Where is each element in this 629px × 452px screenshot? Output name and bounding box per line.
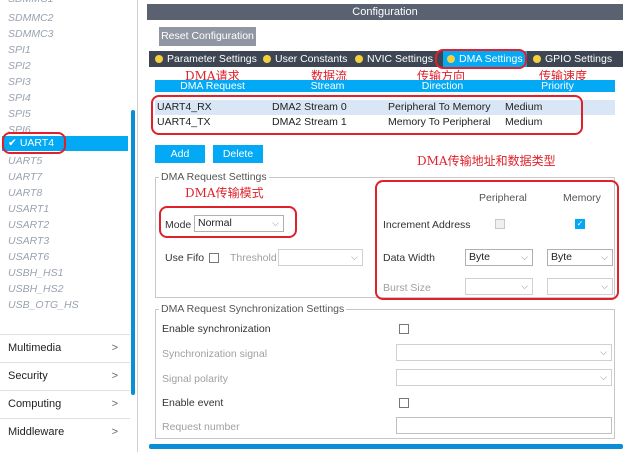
category-computing[interactable]: Computing > [0, 390, 130, 416]
request-number-input[interactable] [396, 417, 612, 434]
enable-sync-checkbox[interactable] [399, 324, 409, 334]
annotation-mode: DMA传输模式 [185, 186, 264, 200]
reset-configuration-button[interactable]: Reset Configuration [159, 27, 256, 46]
column-header: Direction [421, 80, 464, 92]
tab-gpio-settings[interactable]: GPIO Settings [533, 51, 612, 67]
column-header: Priority [541, 80, 574, 92]
column-header: DMA Request [180, 80, 245, 92]
sidebar-item[interactable]: USBH_HS2 [8, 282, 63, 297]
status-dot-icon [355, 55, 363, 63]
request-number-label: Request number [162, 421, 240, 433]
tab-label: GPIO Settings [545, 53, 613, 65]
status-dot-icon [533, 55, 541, 63]
sidebar-item[interactable]: USART6 [8, 250, 49, 265]
chevron-right-icon: > [111, 426, 118, 438]
add-button[interactable]: Add [155, 145, 205, 163]
category-multimedia[interactable]: Multimedia > [0, 334, 130, 360]
category-label: Security [8, 370, 48, 382]
use-fifo-checkbox[interactable] [209, 253, 219, 263]
sidebar-item[interactable]: USB_OTG_HS [8, 298, 79, 313]
category-security[interactable]: Security > [0, 362, 130, 388]
sidebar-item[interactable]: UART7 [8, 170, 42, 185]
tab-label: NVIC Settings [367, 53, 433, 65]
enable-sync-label: Enable synchronization [162, 323, 271, 335]
category-label: Middleware [8, 426, 65, 438]
tab-parameter-settings[interactable]: Parameter Settings [155, 51, 257, 67]
enable-event-checkbox[interactable] [399, 398, 409, 408]
annotation-box-mode [159, 206, 297, 238]
chevron-right-icon: > [111, 398, 118, 410]
configuration-panel: Configuration Reset Configuration Parame… [141, 0, 629, 452]
category-middleware[interactable]: Middleware > [0, 418, 130, 444]
column-header: Stream [310, 80, 345, 92]
sidebar-item[interactable]: USBH_HS1 [8, 266, 63, 281]
use-fifo-label: Use Fifo [165, 252, 205, 264]
sidebar-item[interactable]: SPI4 [8, 91, 31, 106]
threshold-select[interactable]: ⌵ [278, 249, 363, 266]
panel-title: Configuration [147, 4, 623, 20]
sidebar-item[interactable]: SDMMC3 [8, 27, 54, 42]
sidebar-item[interactable]: SDMMC2 [8, 11, 54, 26]
chevron-right-icon: > [111, 342, 118, 354]
tab-label: User Constants [275, 53, 348, 65]
category-label: Multimedia [8, 342, 62, 354]
category-label: Computing [8, 398, 62, 410]
sidebar-item[interactable]: SPI3 [8, 75, 31, 90]
horizontal-scrollbar[interactable] [149, 444, 623, 449]
chevron-down-icon: ⌵ [351, 252, 358, 262]
sidebar-item[interactable]: USART2 [8, 218, 49, 233]
status-dot-icon [263, 55, 271, 63]
sidebar-item[interactable]: SPI1 [8, 43, 31, 58]
enable-event-label: Enable event [162, 397, 224, 409]
sidebar-item[interactable]: UART5 [8, 154, 42, 169]
signal-polarity-label: Signal polarity [162, 373, 228, 385]
tab-label: Parameter Settings [167, 53, 257, 65]
annotation-box-table [151, 95, 583, 135]
sidebar: SDMMC1SDMMC2SDMMC3SPI1SPI2SPI3SPI4SPI5SP… [0, 0, 138, 452]
sidebar-item[interactable]: SPI5 [8, 107, 31, 122]
sidebar-item[interactable]: USART3 [8, 234, 49, 249]
chevron-down-icon: ⌵ [600, 347, 607, 357]
delete-button[interactable]: Delete [213, 145, 263, 163]
annotation-box-uart4 [2, 132, 66, 154]
tab-nvic-settings[interactable]: NVIC Settings [355, 51, 433, 67]
sidebar-item[interactable]: SPI2 [8, 59, 31, 74]
annotation-address-type: DMA传输地址和数据类型 [417, 154, 556, 168]
tab-user-constants[interactable]: User Constants [263, 51, 347, 67]
sidebar-item[interactable]: SDMMC1 [8, 0, 54, 7]
chevron-right-icon: > [111, 370, 118, 382]
annotation-box-dma-tab [435, 49, 527, 69]
sidebar-item[interactable]: USART1 [8, 202, 49, 217]
sidebar-scrollbar[interactable] [131, 110, 135, 395]
group-title: DMA Request Synchronization Settings [159, 303, 347, 315]
threshold-label: Threshold [230, 252, 277, 264]
tab-bar: Parameter Settings User Constants NVIC S… [149, 51, 623, 67]
sync-signal-label: Synchronization signal [162, 348, 268, 360]
chevron-down-icon: ⌵ [600, 372, 607, 382]
group-title: DMA Request Settings [159, 171, 269, 183]
status-dot-icon [155, 55, 163, 63]
dma-table-header: DMA Request Stream Direction Priority [155, 80, 615, 92]
sync-signal-select[interactable]: ⌵ [396, 344, 612, 361]
sidebar-item[interactable]: UART8 [8, 186, 42, 201]
annotation-box-address [375, 180, 619, 300]
signal-polarity-select[interactable]: ⌵ [396, 369, 612, 386]
